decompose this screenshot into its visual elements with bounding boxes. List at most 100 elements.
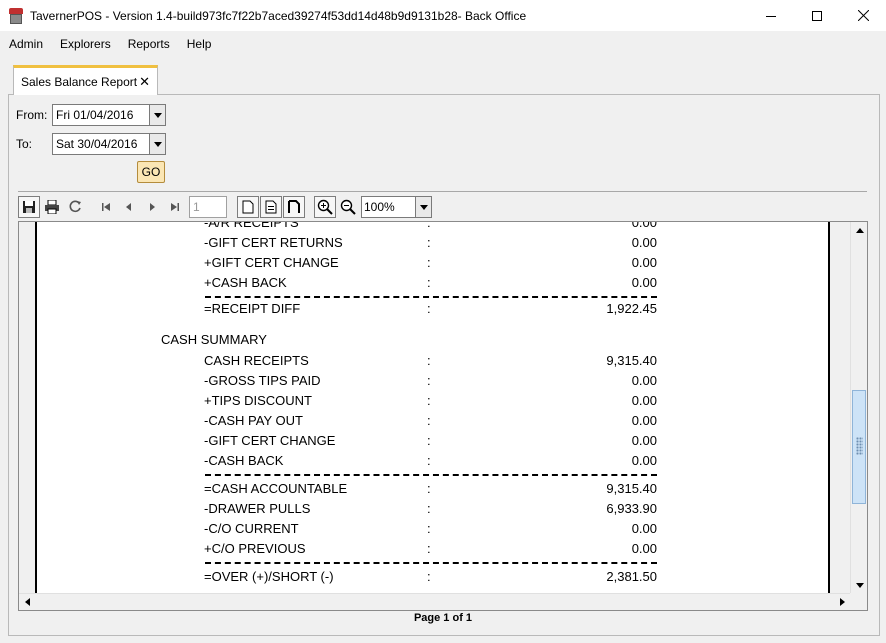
report-row: +GIFT CERT CHANGE : 0.00 (37, 254, 832, 272)
report-row: =OVER (+)/SHORT (-) : 2,381.50 (37, 568, 832, 586)
report-row: +C/O PREVIOUS : 0.00 (37, 540, 832, 558)
report-row: -A/R RECEIPTS : 0.00 (37, 221, 832, 232)
row-label: +GIFT CERT CHANGE (204, 255, 339, 270)
close-icon[interactable] (840, 0, 886, 31)
minimize-icon[interactable] (748, 0, 794, 31)
page-status: Page 1 of 1 (413, 612, 473, 624)
menu-admin[interactable]: Admin (0, 33, 51, 55)
report-row: -GIFT CERT CHANGE : 0.00 (37, 432, 832, 450)
report-row: +CASH BACK : 0.00 (37, 274, 832, 292)
prev-page-icon[interactable] (118, 196, 140, 218)
row-value: 9,315.40 (606, 481, 657, 496)
row-value: 0.00 (631, 393, 657, 408)
menu-help[interactable]: Help (178, 33, 220, 55)
title-bar: TavernerPOS - Version 1.4-build973fc7f22… (0, 0, 886, 31)
scroll-down-button[interactable] (851, 577, 867, 594)
fit-width-icon[interactable] (283, 196, 305, 218)
chevron-down-icon (153, 141, 162, 147)
row-label: =RECEIPT DIFF (204, 301, 301, 316)
report-row: -CASH PAY OUT : 0.00 (37, 412, 832, 430)
chevron-down-icon (153, 112, 162, 118)
row-label: -GIFT CERT CHANGE (204, 433, 336, 448)
zoom-out-icon[interactable] (337, 196, 359, 218)
row-colon: : (427, 569, 431, 584)
dashed-separator (205, 296, 657, 298)
row-colon: : (427, 433, 431, 448)
app-icon (8, 7, 24, 24)
row-colon: : (427, 521, 431, 536)
zoom-select[interactable]: 100% (361, 196, 432, 218)
row-value: 0.00 (631, 521, 657, 536)
tab-label: Sales Balance Report (21, 74, 138, 89)
row-value: 0.00 (631, 541, 657, 556)
vertical-scrollbar[interactable] (850, 222, 867, 594)
row-value: 9,315.40 (606, 353, 657, 368)
row-value: 0.00 (631, 413, 657, 428)
scroll-right-button[interactable] (834, 594, 851, 610)
arrow-down-icon (855, 583, 864, 588)
from-dropdown-button[interactable] (150, 104, 166, 126)
row-label: +CASH BACK (204, 275, 287, 290)
row-label: CASH RECEIPTS (204, 353, 309, 368)
arrow-left-icon (25, 598, 30, 606)
row-value: 0.00 (631, 275, 657, 290)
report-page: -A/R RECEIPTS : 0.00 -GIFT CERT RETURNS … (35, 221, 832, 598)
maximize-icon[interactable] (794, 0, 840, 31)
row-colon: : (427, 481, 431, 496)
row-label: =CASH ACCOUNTABLE (204, 481, 348, 496)
last-page-icon[interactable] (164, 196, 186, 218)
row-value: 0.00 (631, 453, 657, 468)
row-label: -C/O CURRENT (204, 521, 299, 536)
scroll-up-button[interactable] (851, 222, 867, 239)
row-value: 0.00 (631, 221, 657, 230)
from-date-field[interactable]: Fri 01/04/2016 (52, 104, 150, 126)
tab-close-icon[interactable]: ✕ (139, 74, 150, 90)
to-row: To: Sat 30/04/2016 (16, 133, 166, 155)
row-label: -GIFT CERT RETURNS (204, 235, 343, 250)
menu-reports[interactable]: Reports (119, 33, 178, 55)
row-colon: : (427, 373, 431, 388)
fit-page-icon[interactable] (260, 196, 282, 218)
row-label: +C/O PREVIOUS (204, 541, 306, 556)
row-label: -A/R RECEIPTS (204, 221, 299, 230)
scroll-left-button[interactable] (19, 594, 36, 610)
first-page-icon[interactable] (95, 196, 117, 218)
from-row: From: Fri 01/04/2016 (16, 104, 166, 126)
go-button[interactable]: GO (137, 161, 165, 183)
dashed-separator (205, 474, 657, 476)
row-colon: : (427, 255, 431, 270)
row-colon: : (427, 453, 431, 468)
scroll-thumb[interactable] (852, 390, 866, 504)
row-value: 0.00 (631, 433, 657, 448)
row-label: -CASH PAY OUT (204, 413, 303, 428)
actual-size-icon[interactable] (237, 196, 259, 218)
save-icon[interactable] (18, 196, 40, 218)
scroll-corner (850, 593, 867, 610)
zoom-in-icon[interactable] (314, 196, 336, 218)
print-icon[interactable] (41, 196, 63, 218)
row-label: =OVER (+)/SHORT (-) (204, 569, 334, 584)
grip-icon (856, 437, 863, 455)
report-row: -CASH BACK : 0.00 (37, 452, 832, 470)
to-date-field[interactable]: Sat 30/04/2016 (52, 133, 150, 155)
menu-explorers[interactable]: Explorers (51, 33, 119, 55)
zoom-value: 100% (361, 196, 416, 218)
report-row: =RECEIPT DIFF : 1,922.45 (37, 300, 832, 318)
separator (18, 191, 867, 192)
horizontal-scrollbar[interactable] (19, 593, 851, 610)
page-number-input[interactable]: 1 (189, 196, 227, 218)
refresh-icon[interactable] (64, 196, 86, 218)
menu-bar: Admin Explorers Reports Help (0, 33, 219, 55)
row-colon: : (427, 541, 431, 556)
arrow-right-icon (840, 598, 845, 606)
zoom-dropdown-button[interactable] (416, 196, 432, 218)
row-label: +TIPS DISCOUNT (204, 393, 312, 408)
from-label: From: (16, 108, 48, 122)
next-page-icon[interactable] (141, 196, 163, 218)
to-dropdown-button[interactable] (150, 133, 166, 155)
tab-sales-balance-report[interactable]: Sales Balance Report ✕ (13, 65, 158, 95)
report-viewport[interactable]: -A/R RECEIPTS : 0.00 -GIFT CERT RETURNS … (18, 221, 868, 611)
row-value: 0.00 (631, 373, 657, 388)
report-row: =CASH ACCOUNTABLE : 9,315.40 (37, 480, 832, 498)
row-value: 6,933.90 (606, 501, 657, 516)
